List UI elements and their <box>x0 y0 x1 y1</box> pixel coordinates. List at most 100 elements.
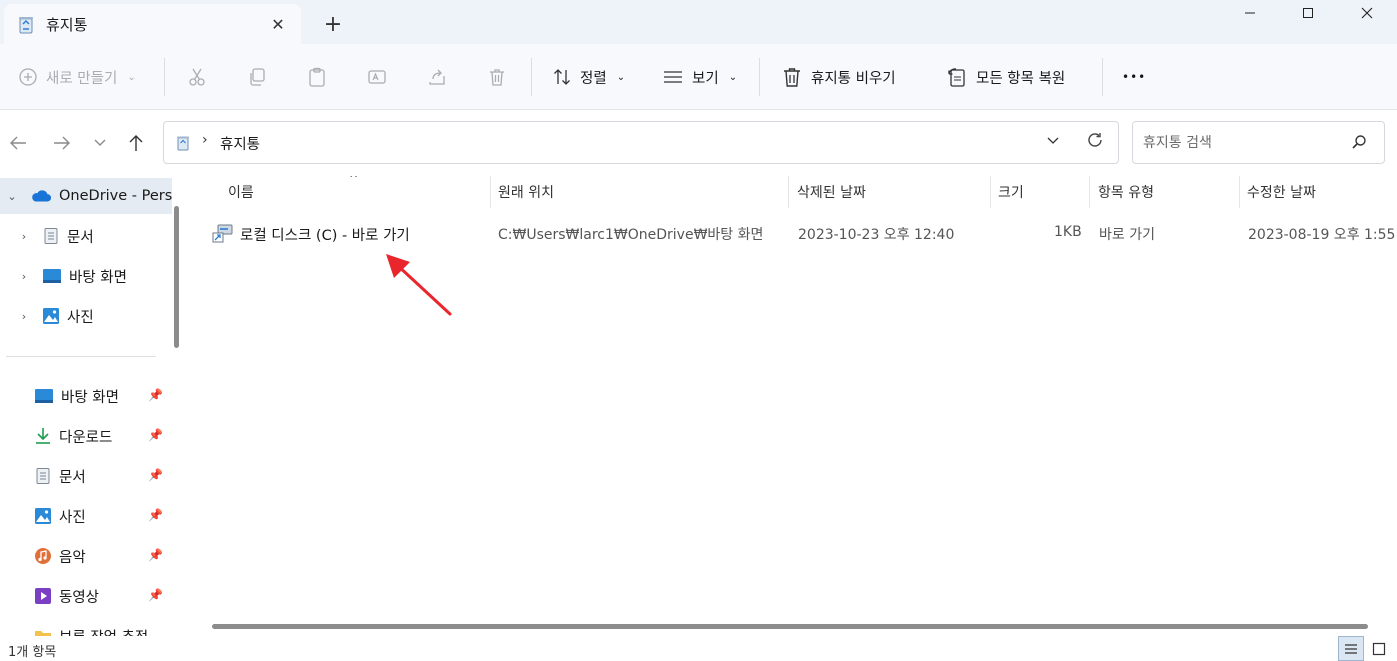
copy-icon <box>250 68 265 86</box>
column-divider[interactable] <box>490 176 491 208</box>
new-tab-button[interactable]: + <box>318 10 348 38</box>
forward-button[interactable] <box>48 130 76 156</box>
table-row[interactable]: 로컬 디스크 (C) - 바로 가기 C:₩Users₩larc1₩OneDri… <box>190 218 1397 250</box>
address-history-button[interactable] <box>1046 134 1060 150</box>
sidebar-item-label: 보류 작업 추적 <box>59 626 148 637</box>
file-list: ^ 이름 원래 위치 삭제된 날짜 크기 항목 유형 수정한 날짜 로컬 디스크… <box>190 176 1397 636</box>
refresh-button[interactable] <box>1086 131 1104 154</box>
column-header-item-type[interactable]: 항목 유형 <box>1098 176 1154 208</box>
recycle-bin-icon <box>17 15 35 39</box>
desktop-icon <box>35 389 53 403</box>
sidebar-item-label: OneDrive - Pers <box>59 188 173 204</box>
back-button[interactable] <box>4 130 32 156</box>
desktop-icon <box>43 269 61 283</box>
address-bar[interactable]: › 휴지통 <box>163 121 1119 164</box>
column-header-original-location[interactable]: 원래 위치 <box>498 176 554 208</box>
sidebar-scrollbar[interactable] <box>172 176 180 636</box>
sidebar-item-quick-pictures[interactable]: 사진 <box>34 498 86 534</box>
sidebar-item-label: 동영상 <box>59 589 100 606</box>
column-divider[interactable] <box>1089 176 1090 208</box>
minimize-button[interactable] <box>1221 0 1279 26</box>
refresh-icon <box>1088 133 1102 147</box>
sidebar-item-label: 문서 <box>59 469 86 486</box>
recent-locations-button[interactable] <box>86 130 114 156</box>
view-button[interactable]: 보기 ⌄ <box>662 44 737 110</box>
sidebar-item-quick-documents[interactable]: 문서 <box>34 458 86 494</box>
chevron-right-icon[interactable]: › <box>16 310 32 323</box>
pin-icon[interactable]: 📌 <box>148 548 163 562</box>
chevron-down-icon[interactable]: ⌄ <box>4 190 20 203</box>
chevron-right-icon[interactable]: › <box>16 270 32 283</box>
up-button[interactable] <box>122 130 150 156</box>
chevron-down-icon <box>1047 137 1059 144</box>
sidebar-item-downloads[interactable]: 다운로드 <box>34 418 112 454</box>
tab-close-button[interactable]: ✕ <box>266 12 290 36</box>
pin-icon[interactable]: 📌 <box>148 468 163 482</box>
toolbar-divider <box>1102 58 1103 96</box>
new-button[interactable]: 새로 만들기 ⌄ <box>18 44 136 110</box>
sidebar-item-label: 음악 <box>59 549 86 566</box>
details-view-button[interactable] <box>1338 636 1364 661</box>
cut-button[interactable] <box>187 44 207 110</box>
chevron-right-icon[interactable]: › <box>16 230 32 243</box>
sidebar-item-documents[interactable]: › 문서 <box>16 218 94 254</box>
rename-button[interactable] <box>367 44 387 110</box>
download-icon <box>36 428 50 444</box>
file-item-type: 바로 가기 <box>1099 227 1155 243</box>
toolbar-divider <box>531 58 532 96</box>
more-options-button[interactable]: ••• <box>1122 44 1146 110</box>
view-button-label: 보기 <box>692 70 719 87</box>
navigation-pane: ⌄ OneDrive - Pers › 문서 › 바탕 화면 › 사진 바탕 화… <box>0 176 186 636</box>
sidebar-item-quick-desktop[interactable]: 바탕 화면 <box>34 378 119 414</box>
tab-recycle-bin[interactable]: 휴지통 ✕ <box>4 4 301 44</box>
share-button[interactable] <box>427 44 447 110</box>
trash-icon <box>490 69 504 86</box>
empty-recycle-bin-button[interactable]: 휴지통 비우기 <box>781 44 896 110</box>
maximize-button[interactable] <box>1279 0 1337 26</box>
pin-icon[interactable]: 📌 <box>148 388 163 402</box>
column-divider[interactable] <box>1239 176 1240 208</box>
more-icon: ••• <box>1122 70 1147 84</box>
pictures-icon <box>35 508 51 524</box>
restore-icon <box>948 68 965 87</box>
sort-button[interactable]: 정렬 ⌄ <box>552 44 625 110</box>
pin-icon[interactable]: 📌 <box>148 428 163 442</box>
chevron-down-icon: ⌄ <box>127 71 136 83</box>
delete-button[interactable] <box>487 44 507 110</box>
sidebar-item-desktop[interactable]: › 바탕 화면 <box>16 258 127 294</box>
search-input[interactable] <box>1143 132 1343 154</box>
column-header-modified-date[interactable]: 수정한 날짜 <box>1247 176 1316 208</box>
empty-recycle-bin-label: 휴지통 비우기 <box>811 70 896 87</box>
sidebar-item-videos[interactable]: 동영상 <box>34 578 99 614</box>
search-icon[interactable] <box>1351 134 1367 154</box>
pin-icon[interactable]: 📌 <box>148 508 163 522</box>
column-divider[interactable] <box>990 176 991 208</box>
column-label: 수정한 날짜 <box>1247 185 1316 201</box>
horizontal-scrollbar[interactable] <box>212 624 1368 629</box>
column-header-size[interactable]: 크기 <box>998 176 1024 208</box>
column-label: 이름 <box>228 185 254 201</box>
tiles-view-button[interactable] <box>1366 636 1392 661</box>
search-box[interactable] <box>1132 121 1385 164</box>
sidebar-item-onedrive[interactable]: ⌄ OneDrive - Pers <box>4 178 172 214</box>
column-divider[interactable] <box>788 176 789 208</box>
paste-button[interactable] <box>307 44 327 110</box>
sidebar-item-music[interactable]: 음악 <box>34 538 86 574</box>
sidebar-scrollbar-thumb[interactable] <box>174 206 179 348</box>
minimize-icon <box>1245 12 1255 14</box>
file-name[interactable]: 로컬 디스크 (C) - 바로 가기 <box>240 224 410 245</box>
trash-icon <box>784 68 800 87</box>
restore-all-button[interactable]: 모든 항목 복원 <box>946 44 1065 110</box>
column-header-name[interactable]: 이름 <box>228 176 254 208</box>
status-bar: 1개 항목 <box>0 636 1397 661</box>
close-window-button[interactable] <box>1338 0 1396 26</box>
sidebar-item-folder[interactable]: 보류 작업 추적 <box>34 618 148 636</box>
item-count: 1개 항목 <box>8 645 57 660</box>
column-label: 크기 <box>998 185 1024 201</box>
pin-icon[interactable]: 📌 <box>148 588 163 602</box>
sidebar-item-pictures[interactable]: › 사진 <box>16 298 94 334</box>
column-header-deleted-date[interactable]: 삭제된 날짜 <box>797 176 866 208</box>
copy-button[interactable] <box>247 44 267 110</box>
breadcrumb-recycle-bin[interactable]: 휴지통 <box>220 133 260 154</box>
sort-button-label: 정렬 <box>580 70 607 87</box>
